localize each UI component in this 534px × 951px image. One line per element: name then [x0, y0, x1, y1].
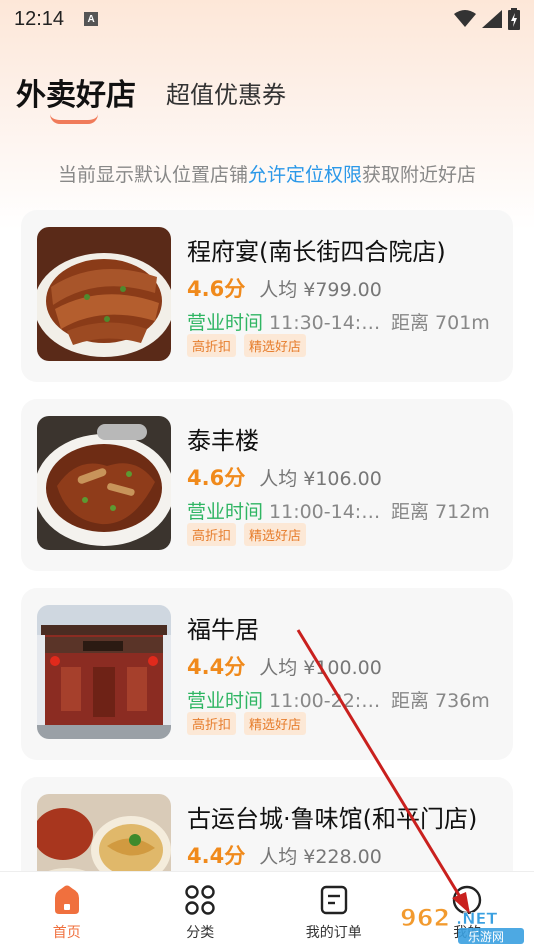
tag-badge: 高折扣 [187, 334, 237, 357]
location-hint: 当前显示默认位置店铺允许定位权限获取附近好店 [0, 160, 534, 187]
notification-icon: A [84, 12, 99, 26]
shop-card[interactable]: 程府宴(南长街四合院店) 4.6分 人均 ¥799.00 营业时间 11:30-… [21, 210, 513, 382]
shop-hours: 11:00-14:0... [269, 501, 386, 523]
shop-avg-price: 人均 ¥106.00 [259, 468, 382, 490]
shop-distance: 712m [435, 501, 490, 523]
shop-score: 4.4分 [187, 655, 246, 679]
rating-row: 4.4分 人均 ¥228.00 [187, 840, 382, 870]
nav-orders[interactable]: 我的订单 [267, 872, 401, 951]
tag-badge: 高折扣 [187, 712, 237, 735]
shop-image [37, 605, 171, 739]
watermark-logo: 962 .NET 乐游网 [398, 900, 530, 944]
svg-text:962: 962 [400, 904, 450, 932]
tab-underline [50, 114, 98, 124]
status-bar: 12:14 A [0, 0, 534, 38]
battery-icon [508, 8, 520, 30]
rating-row: 4.6分 人均 ¥799.00 [187, 273, 382, 303]
shop-tags: 高折扣 精选好店 [187, 334, 307, 357]
shop-avg-price: 人均 ¥100.00 [259, 657, 382, 679]
shop-hours: 11:30-14:0... [269, 312, 386, 334]
shop-card[interactable]: 福牛居 4.4分 人均 ¥100.00 营业时间 11:00-22:00 距离 … [21, 588, 513, 760]
tab-good-shops-label: 外卖好店 [16, 78, 136, 113]
tag-badge: 精选好店 [244, 712, 307, 735]
top-tabs: 外卖好店 超值优惠券 [16, 70, 286, 124]
home-icon [54, 885, 79, 914]
allow-location-link[interactable]: 允许定位权限 [248, 164, 362, 186]
shop-score: 4.4分 [187, 844, 246, 868]
shop-image [37, 227, 171, 361]
nav-category[interactable]: 分类 [134, 872, 268, 951]
shop-distance: 701m [435, 312, 490, 334]
shop-score: 4.6分 [187, 466, 246, 490]
tag-badge: 精选好店 [244, 523, 307, 546]
tab-coupons[interactable]: 超值优惠券 [166, 75, 286, 114]
grid-icon [185, 885, 215, 915]
location-hint-prefix: 当前显示默认位置店铺 [57, 164, 248, 186]
nav-label-orders: 我的订单 [305, 925, 362, 941]
svg-text:.NET: .NET [456, 909, 497, 928]
location-hint-suffix: 获取附近好店 [362, 164, 477, 186]
shop-image [37, 416, 171, 550]
shop-name: 程府宴(南长街四合院店) [187, 238, 446, 266]
hours-row: 营业时间 11:00-14:0... 距离 712m [187, 497, 490, 524]
status-time: 12:14 [14, 7, 65, 30]
hours-row: 营业时间 11:00-22:00 距离 736m [187, 686, 490, 713]
tab-good-shops[interactable]: 外卖好店 [16, 70, 136, 124]
distance-label: 距离 [391, 690, 430, 712]
shop-name: 泰丰楼 [187, 427, 259, 455]
hours-label: 营业时间 [187, 690, 264, 712]
distance-label: 距离 [391, 501, 430, 523]
shop-card[interactable]: 泰丰楼 4.6分 人均 ¥106.00 营业时间 11:00-14:0... 距… [21, 399, 513, 571]
svg-text:乐游网: 乐游网 [468, 930, 504, 944]
distance-label: 距离 [391, 312, 430, 334]
signal-icon [482, 10, 502, 28]
tag-badge: 精选好店 [244, 334, 307, 357]
nav-home[interactable]: 首页 [0, 872, 134, 951]
shop-score: 4.6分 [187, 277, 246, 301]
shop-name: 古运台城·鲁味馆(和平门店) [187, 805, 478, 833]
shop-tags: 高折扣 精选好店 [187, 712, 307, 735]
shop-name: 福牛居 [187, 616, 259, 644]
hours-row: 营业时间 11:30-14:0... 距离 701m [187, 308, 490, 335]
shop-distance: 736m [435, 690, 490, 712]
hours-label: 营业时间 [187, 312, 264, 334]
rating-row: 4.6分 人均 ¥106.00 [187, 462, 382, 492]
nav-label-category: 分类 [186, 925, 215, 941]
shop-avg-price: 人均 ¥228.00 [259, 846, 382, 868]
tag-badge: 高折扣 [187, 523, 237, 546]
shop-hours: 11:00-22:00 [269, 690, 386, 712]
rating-row: 4.4分 人均 ¥100.00 [187, 651, 382, 681]
wifi-icon [454, 10, 476, 27]
order-icon [320, 885, 347, 915]
shop-avg-price: 人均 ¥799.00 [259, 279, 382, 301]
nav-label-home: 首页 [52, 925, 81, 941]
hours-label: 营业时间 [187, 501, 264, 523]
shop-tags: 高折扣 精选好店 [187, 523, 307, 546]
